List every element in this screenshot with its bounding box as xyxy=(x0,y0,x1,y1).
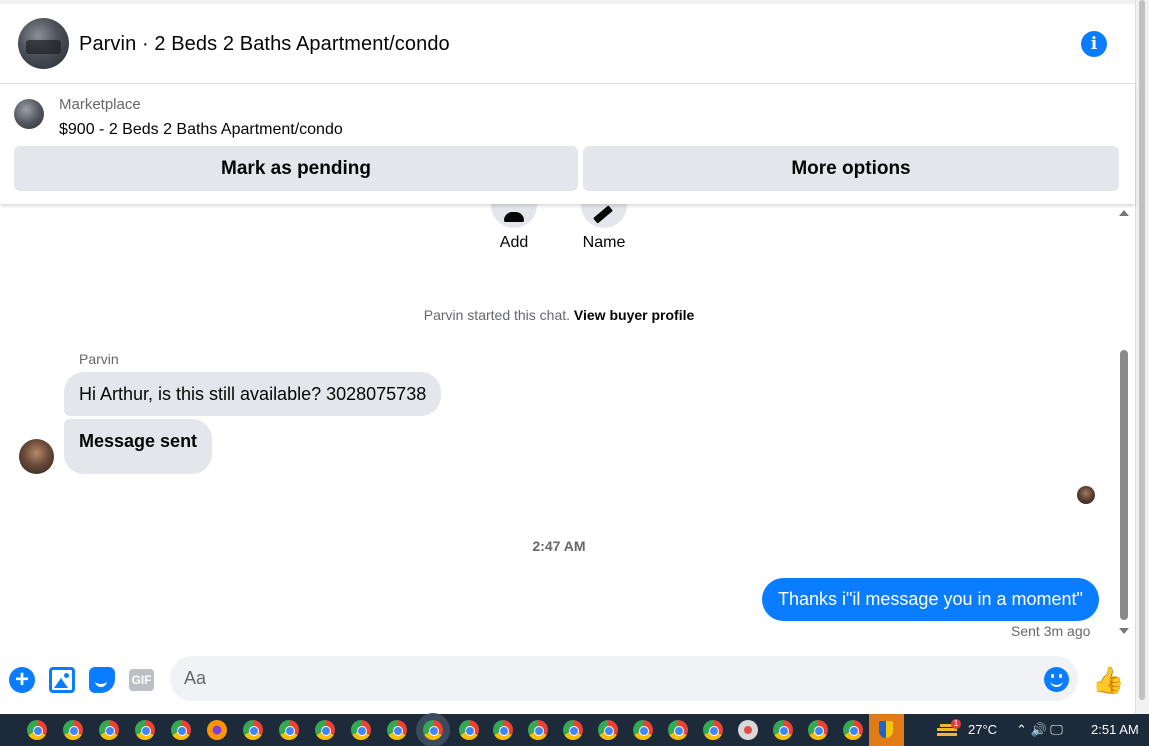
scrollbar-thumb[interactable] xyxy=(1120,350,1128,620)
chrome-icon[interactable] xyxy=(493,720,513,740)
more-options-button[interactable]: More options xyxy=(583,146,1119,191)
taskbar-clock[interactable]: 2:51 AM xyxy=(1091,722,1139,737)
message-list: Add Name Parvin started this chat. View … xyxy=(0,204,1135,652)
conversation-avatar[interactable] xyxy=(18,18,69,69)
message-composer: + GIF 👍 xyxy=(0,652,1135,714)
mark-as-pending-button[interactable]: Mark as pending xyxy=(14,146,578,191)
window-scrollbar-thumb[interactable] xyxy=(1139,0,1145,700)
chrome-icon[interactable] xyxy=(351,720,371,740)
chat-header: Parvin · 2 Beds 2 Baths Apartment/condo … xyxy=(0,4,1135,84)
add-label: Add xyxy=(499,234,529,251)
info-icon[interactable]: i xyxy=(1081,31,1107,57)
system-tray-icons[interactable]: ⌃ 🔊 🖵 xyxy=(1016,722,1063,738)
thumbs-up-icon[interactable]: 👍 xyxy=(1092,666,1124,694)
incoming-status-bubble[interactable]: Message sent xyxy=(64,419,213,474)
view-buyer-profile-link[interactable]: View buyer profile xyxy=(574,307,694,323)
emoji-icon[interactable] xyxy=(1044,667,1069,692)
taskbar: 1 27°C ⌃ 🔊 🖵 2:51 AM xyxy=(0,714,1149,746)
person-add-icon xyxy=(504,212,524,222)
chrome-icon[interactable] xyxy=(633,720,653,740)
temperature[interactable]: 27°C xyxy=(968,722,997,737)
chrome-icon[interactable] xyxy=(171,720,191,740)
incoming-message-bubble[interactable]: Hi Arthur, is this still available? 3028… xyxy=(64,372,442,416)
chrome-icon[interactable] xyxy=(279,720,299,740)
chrome-icon[interactable] xyxy=(808,720,828,740)
chrome-icon[interactable] xyxy=(598,720,618,740)
chrome-icon[interactable] xyxy=(459,720,479,740)
weather-badge: 1 xyxy=(951,719,961,729)
scroll-up-arrow-icon[interactable] xyxy=(1119,210,1129,216)
edit-name-button[interactable] xyxy=(581,204,627,228)
plus-icon[interactable]: + xyxy=(9,667,35,693)
read-receipt-avatar xyxy=(1077,486,1095,504)
window-scrollbar[interactable] xyxy=(1135,0,1149,714)
chrome-icon[interactable] xyxy=(387,720,407,740)
chrome-icon[interactable] xyxy=(703,720,723,740)
chrome-icon[interactable] xyxy=(135,720,155,740)
message-scrollbar[interactable] xyxy=(1117,204,1132,644)
chat-started-text: Parvin started this chat. xyxy=(423,307,571,323)
chrome-icon[interactable] xyxy=(99,720,119,740)
chat-started-notice: Parvin started this chat. View buyer pro… xyxy=(0,307,1118,323)
chrome-icon[interactable] xyxy=(773,720,793,740)
marketplace-panel: Marketplace $900 - 2 Beds 2 Baths Apartm… xyxy=(0,85,1135,204)
photo-icon[interactable] xyxy=(49,667,75,693)
pencil-icon xyxy=(593,205,613,224)
chrome-icon[interactable] xyxy=(843,720,863,740)
listing-thumbnail[interactable] xyxy=(14,99,44,129)
add-person-button[interactable] xyxy=(491,204,537,228)
sender-name: Parvin xyxy=(79,351,119,367)
message-timestamp: 2:47 AM xyxy=(532,538,586,554)
conversation-title[interactable]: Parvin · 2 Beds 2 Baths Apartment/condo xyxy=(79,33,450,56)
paint-icon[interactable] xyxy=(738,720,758,740)
sticker-icon[interactable] xyxy=(89,667,115,693)
name-label: Name xyxy=(582,234,626,251)
chrome-icon[interactable] xyxy=(315,720,335,740)
start-area[interactable] xyxy=(0,714,14,746)
firefox-icon[interactable] xyxy=(207,720,227,740)
security-shield-icon[interactable] xyxy=(869,714,904,746)
chrome-icon[interactable] xyxy=(563,720,583,740)
messenger-window: Parvin · 2 Beds 2 Baths Apartment/condo … xyxy=(0,0,1149,746)
chrome-icon[interactable] xyxy=(63,720,83,740)
message-input[interactable] xyxy=(170,656,1078,701)
chrome-icon[interactable] xyxy=(27,720,47,740)
marketplace-label: Marketplace xyxy=(59,96,141,113)
outgoing-message-bubble[interactable]: Thanks i"il message you in a moment" xyxy=(762,578,1099,621)
chrome-icon[interactable] xyxy=(668,720,688,740)
sender-avatar[interactable] xyxy=(19,439,54,474)
scroll-down-arrow-icon[interactable] xyxy=(1119,628,1129,634)
chrome-icon-active[interactable] xyxy=(423,720,443,740)
chrome-icon[interactable] xyxy=(243,720,263,740)
gif-icon[interactable]: GIF xyxy=(129,669,154,691)
chrome-icon[interactable] xyxy=(528,720,548,740)
sent-status: Sent 3m ago xyxy=(1011,623,1091,639)
listing-title[interactable]: $900 - 2 Beds 2 Baths Apartment/condo xyxy=(59,121,343,139)
